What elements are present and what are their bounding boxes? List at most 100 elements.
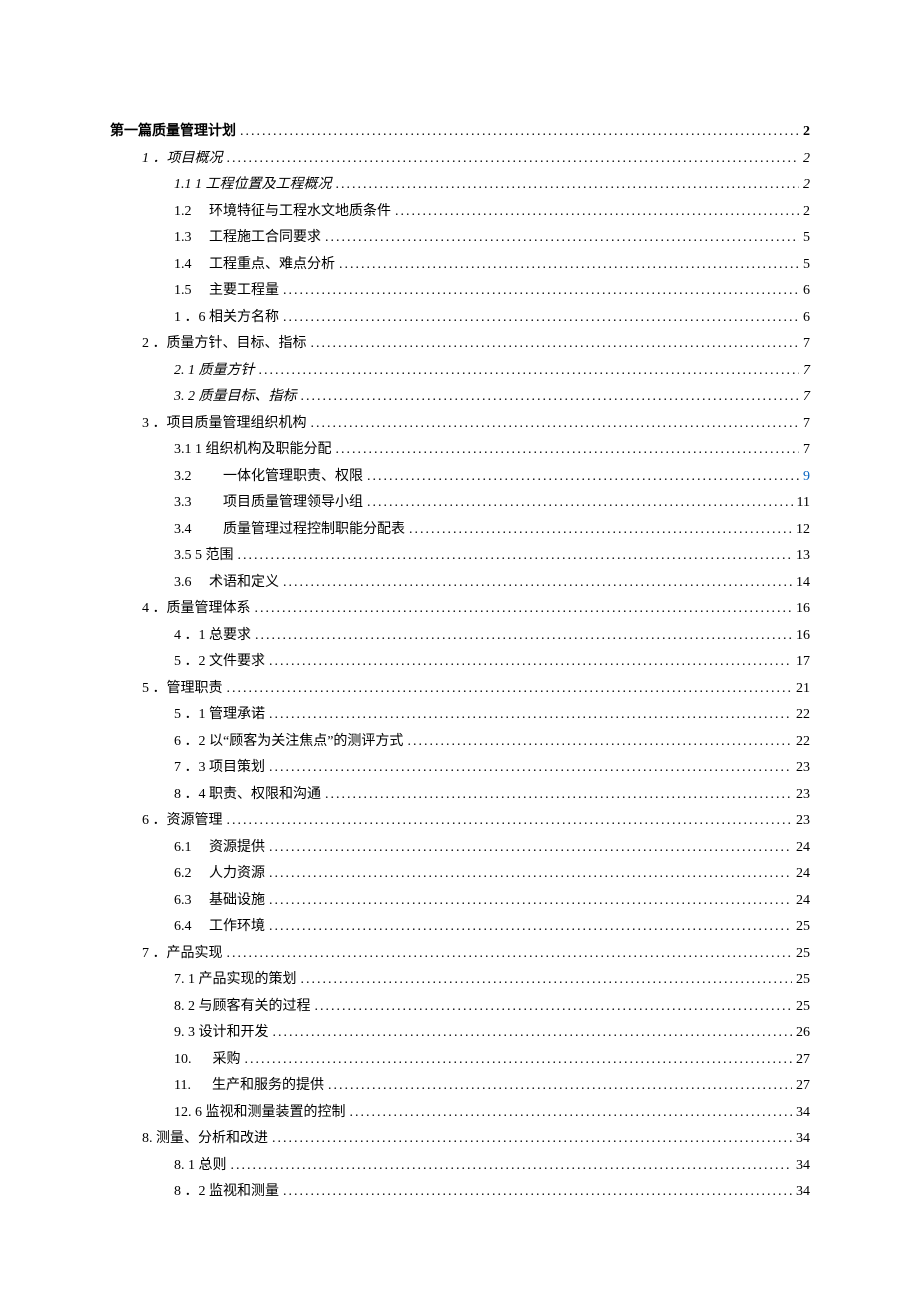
toc-entry[interactable]: 3.5 5 范围 13	[174, 549, 810, 563]
toc-entry[interactable]: 3. 2 质量目标、指标7	[174, 390, 810, 404]
toc-entry[interactable]: 2 ．质量方针、目标、指标 7	[142, 337, 810, 351]
toc-entry[interactable]: 8. 2 与顾客有关的过程25	[174, 1000, 810, 1014]
toc-entry[interactable]: 6.2 人力资源24	[174, 867, 810, 881]
toc-entry[interactable]: 5 ．2 文件要求17	[174, 655, 810, 669]
toc-entry-page: 11	[793, 496, 810, 510]
toc-entry-label: 4 ．1 总要求	[174, 629, 255, 643]
toc-entry[interactable]: 8. 测量、分析和改进34	[142, 1132, 810, 1146]
toc-entry[interactable]: 2. 1 质量方针7	[174, 364, 810, 378]
toc-entry-label: 11. 生产和服务的提供	[174, 1079, 328, 1093]
toc-entry-page: 27	[792, 1079, 810, 1093]
toc-entry[interactable]: 11. 生产和服务的提供 27	[174, 1079, 810, 1093]
toc-entry-label: 第一篇质量管理计划	[110, 125, 240, 139]
toc-entry-label: 8 ．2 监视和测量	[174, 1185, 283, 1199]
toc-dot-leader	[259, 364, 800, 378]
toc-entry-label: 7 ．3 项目策划	[174, 761, 269, 775]
toc-entry[interactable]: 1.1 1 工程位置及工程概况2	[174, 178, 810, 192]
toc-entry-label: 5 ．1 管理承诺	[174, 708, 269, 722]
toc-entry[interactable]: 3.3 项目质量管理领导小组11	[174, 496, 810, 510]
toc-dot-leader	[283, 1185, 792, 1199]
toc-entry-page: 13	[792, 549, 810, 563]
toc-entry-label: 8 ．4 职责、权限和沟通	[174, 788, 325, 802]
toc-entry[interactable]: 3.1 1 组织机构及职能分配 7	[174, 443, 810, 457]
toc-entry[interactable]: 10. 采购27	[174, 1053, 810, 1067]
toc-dot-leader	[339, 258, 799, 272]
toc-entry[interactable]: 8 ．4 职责、权限和沟通23	[174, 788, 810, 802]
toc-entry-page: 7	[799, 337, 810, 351]
toc-entry[interactable]: 1 ．6 相关方名称6	[174, 311, 810, 325]
toc-entry-label: 2 ．质量方针、目标、指标	[142, 337, 311, 351]
toc-entry[interactable]: 1.3 工程施工合同要求5	[174, 231, 810, 245]
toc-entry-page: 2	[799, 125, 810, 139]
toc-entry[interactable]: 8 ．2 监视和测量34	[174, 1185, 810, 1199]
toc-dot-leader	[283, 311, 799, 325]
toc-entry-page: 25	[792, 1000, 810, 1014]
toc-entry-page: 34	[792, 1159, 810, 1173]
toc-dot-leader	[269, 655, 792, 669]
toc-entry-label: 3. 2 质量目标、指标	[174, 390, 301, 404]
toc-entry-label: 6 ．资源管理	[142, 814, 227, 828]
toc-entry-label: 6 ．2 以“顾客为关注焦点”的测评方式	[174, 735, 407, 749]
toc-entry[interactable]: 8. 1 总则 34	[174, 1159, 810, 1173]
toc-entry[interactable]: 6 ．2 以“顾客为关注焦点”的测评方式22	[174, 735, 810, 749]
toc-entry-page: 6	[799, 311, 810, 325]
toc-entry[interactable]: 4 ．1 总要求 16	[174, 629, 810, 643]
toc-entry-page: 24	[792, 867, 810, 881]
toc-entry[interactable]: 12. 6 监视和测量装置的控制34	[174, 1106, 810, 1120]
toc-entry-page: 23	[792, 761, 810, 775]
toc-entry[interactable]: 1.5 主要工程量6	[174, 284, 810, 298]
toc-entry-page: 25	[792, 947, 810, 961]
toc-entry[interactable]: 5 ．1 管理承诺22	[174, 708, 810, 722]
toc-entry[interactable]: 6.1 资源提供24	[174, 841, 810, 855]
toc-entry[interactable]: 3 ．项目质量管理组织机构 7	[142, 417, 810, 431]
toc-entry-page: 5	[799, 258, 810, 272]
toc-entry[interactable]: 7. 1 产品实现的策划25	[174, 973, 810, 987]
toc-entry[interactable]: 1.2 环境特征与工程水文地质条件2	[174, 205, 810, 219]
toc-dot-leader	[227, 682, 793, 696]
toc-entry[interactable]: 5 ．管理职责21	[142, 682, 810, 696]
toc-entry-label: 3.1 1 组织机构及职能分配	[174, 443, 336, 457]
toc-entry[interactable]: 4 ．质量管理体系 16	[142, 602, 810, 616]
toc-entry-label: 1.3 工程施工合同要求	[174, 231, 325, 245]
toc-entry-page: 7	[799, 443, 810, 457]
toc-entry[interactable]: 1 ．项目概况2	[142, 152, 810, 166]
toc-entry-label: 3 ．项目质量管理组织机构	[142, 417, 311, 431]
toc-entry-page: 34	[792, 1132, 810, 1146]
toc-entry-label: 10. 采购	[174, 1053, 245, 1067]
toc-entry[interactable]: 6.4 工作环境25	[174, 920, 810, 934]
toc-entry[interactable]: 9. 3 设计和开发26	[174, 1026, 810, 1040]
toc-dot-leader	[269, 761, 792, 775]
toc-entry-page: 2	[799, 205, 810, 219]
toc-entry[interactable]: 3.6 术语和定义14	[174, 576, 810, 590]
toc-entry-label: 4 ．质量管理体系	[142, 602, 255, 616]
toc-entry[interactable]: 6 ．资源管理23	[142, 814, 810, 828]
toc-entry[interactable]: 3.4 质量管理过程控制职能分配表12	[174, 523, 810, 537]
toc-entry-page: 25	[792, 973, 810, 987]
toc-entry-label: 5 ．2 文件要求	[174, 655, 269, 669]
toc-entry[interactable]: 6.3 基础设施24	[174, 894, 810, 908]
toc-entry-page: 16	[792, 629, 810, 643]
toc-entry[interactable]: 第一篇质量管理计划 2	[110, 125, 810, 139]
toc-entry-label: 3.6 术语和定义	[174, 576, 283, 590]
toc-dot-leader	[240, 125, 799, 139]
toc-dot-leader	[311, 417, 800, 431]
toc-entry-page: 7	[799, 417, 810, 431]
toc-dot-leader	[367, 470, 799, 484]
toc-entry[interactable]: 7 ．产品实现25	[142, 947, 810, 961]
toc-entry-page: 34	[792, 1106, 810, 1120]
toc-entry-label: 8. 1 总则	[174, 1159, 231, 1173]
toc-dot-leader	[255, 629, 792, 643]
toc-entry-page: 16	[792, 602, 810, 616]
document-page: 第一篇质量管理计划21 ．项目概况21.1 1 工程位置及工程概况21.2 环境…	[0, 0, 920, 1301]
toc-dot-leader	[395, 205, 799, 219]
toc-entry[interactable]: 7 ．3 项目策划 23	[174, 761, 810, 775]
toc-entry[interactable]: 1.4 工程重点、难点分析5	[174, 258, 810, 272]
toc-dot-leader	[269, 920, 792, 934]
toc-dot-leader	[227, 152, 800, 166]
toc-entry[interactable]: 3.2 一体化管理职责、权限9	[174, 470, 810, 484]
toc-entry-label: 9. 3 设计和开发	[174, 1026, 273, 1040]
toc-entry-label: 1.1 1 工程位置及工程概况	[174, 178, 336, 192]
toc-entry-label: 3.5 5 范围	[174, 549, 238, 563]
toc-entry-page: 9	[799, 470, 810, 484]
toc-entry-page: 12	[792, 523, 810, 537]
